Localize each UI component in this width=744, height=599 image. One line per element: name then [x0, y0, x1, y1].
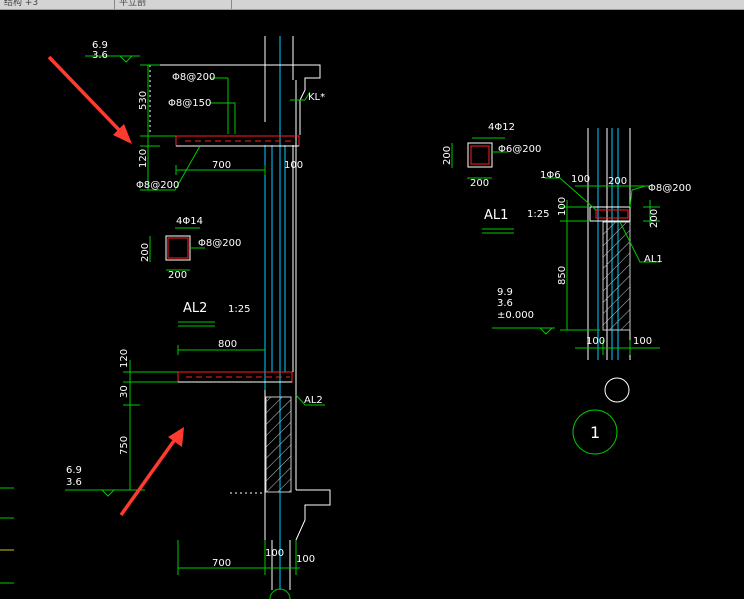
dim-120b: 120 — [119, 349, 130, 368]
title-al2: AL2 — [183, 301, 207, 316]
tab-structure[interactable]: 结构 +3 — [0, 0, 115, 9]
dim-200a: 200 — [608, 176, 627, 187]
annotation-arrows — [47, 55, 184, 517]
dim-200w-r: 200 — [470, 178, 489, 189]
dim-120a: 120 — [138, 149, 149, 168]
dim-100f: 100 — [633, 336, 652, 347]
label-a-l1: AL1 — [644, 254, 663, 265]
dim-700a: 700 — [212, 160, 231, 171]
elev-bottom-b: 3.6 — [66, 477, 82, 488]
elev-right-b: 3.6 — [497, 298, 513, 309]
right-wall — [587, 128, 631, 360]
label-a-l2: AL2 — [304, 395, 323, 406]
label-4phi12: 4Φ12 — [488, 122, 515, 133]
tab-structure-label: 结构 +3 — [4, 0, 39, 8]
arrow-top — [47, 55, 124, 135]
dim-200w-l: 200 — [168, 270, 187, 281]
left-axis-bubble — [269, 588, 291, 599]
right-axis — [572, 377, 630, 455]
elev-right-a: 9.9 — [497, 287, 513, 298]
right-labels: 4Φ12 Φ6@200 200 200 1Φ6 100 200 Φ8@200 A… — [442, 122, 691, 442]
dim-100a: 100 — [284, 160, 303, 171]
label-stirrup-top: Φ8@200 — [172, 72, 215, 83]
elev-right-c: ±0.000 — [497, 310, 534, 321]
label-rebar-bottom: Φ8@200 — [136, 180, 179, 191]
cad-drawing[interactable]: 6.9 3.6 Φ8@200 Φ8@150 KL* 530 120 700 10… — [0, 9, 744, 599]
title-al1: AL1 — [484, 208, 508, 223]
dim-200h-r: 200 — [442, 146, 453, 165]
elev-bottom-a: 6.9 — [66, 465, 82, 476]
label-slope-l: 1:25 — [228, 304, 250, 315]
elev-top-b: 3.6 — [92, 50, 108, 61]
label-4phi14: 4Φ14 — [176, 216, 203, 227]
dim-200h-l: 200 — [140, 243, 151, 262]
label-kl: KL* — [308, 92, 325, 103]
dim-100-side: 100 — [557, 197, 568, 216]
label-rebar-mid: Φ8@150 — [168, 98, 211, 109]
dim-850: 850 — [557, 266, 568, 285]
dim-800: 800 — [218, 339, 237, 350]
dim-30: 30 — [119, 385, 130, 398]
dim-100d: 100 — [571, 174, 590, 185]
label-slope-r: 1:25 — [527, 209, 549, 220]
dim-100c: 100 — [296, 554, 315, 565]
dim-100e: 100 — [586, 336, 605, 347]
tab-plan-section-label: 平立剖 — [119, 0, 147, 8]
label-sec-stirrup-l: Φ8@200 — [198, 238, 241, 249]
axis-number: 1 — [590, 423, 600, 442]
left-top-beam — [150, 135, 300, 147]
left-bottom-beam — [177, 371, 293, 383]
label-rebar-r: Φ8@200 — [648, 183, 691, 194]
dim-100b: 100 — [265, 548, 284, 559]
dim-750: 750 — [119, 436, 130, 455]
tab-plan-section[interactable]: 平立剖 — [115, 0, 232, 9]
label-sec-stirrup-r: Φ6@200 — [498, 144, 541, 155]
dim-200b: 200 — [649, 209, 660, 228]
dim-700b: 700 — [212, 558, 231, 569]
left-dimensions — [0, 55, 325, 584]
dim-530: 530 — [138, 91, 149, 110]
label-1phi6: 1Φ6 — [540, 170, 561, 181]
